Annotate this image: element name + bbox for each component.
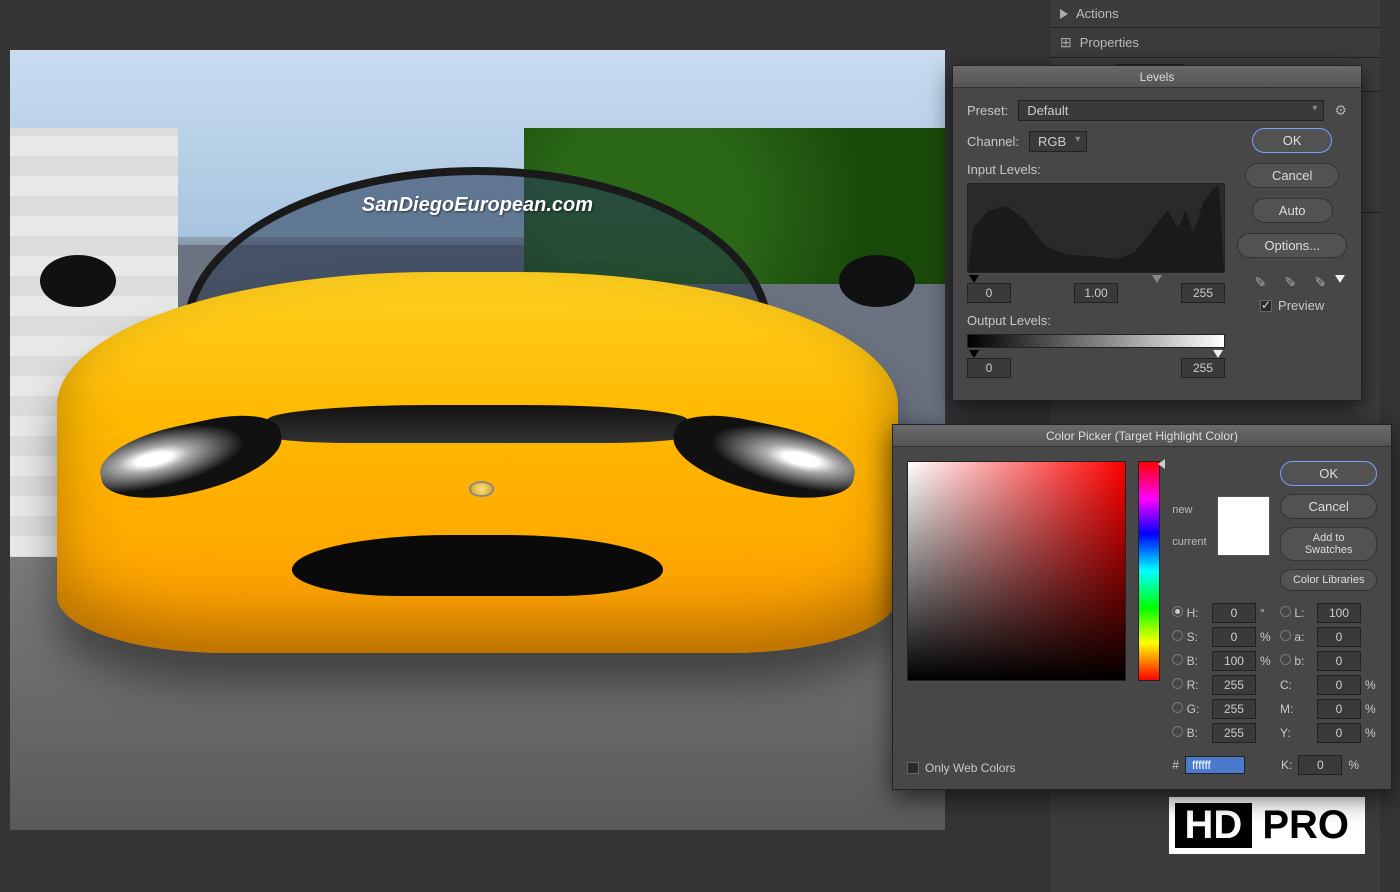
b-input[interactable]: 100 (1212, 651, 1256, 671)
a-input[interactable]: 0 (1317, 627, 1361, 647)
input-highlight[interactable]: 255 (1181, 283, 1225, 303)
preset-label: Preset: (967, 103, 1008, 118)
h-input[interactable]: 0 (1212, 603, 1256, 623)
options-button[interactable]: Options... (1237, 233, 1347, 258)
input-mid[interactable]: 1.00 (1074, 283, 1118, 303)
document-image: SanDiegoEuropean.com (10, 50, 945, 830)
a-radio[interactable] (1280, 630, 1291, 641)
hex-label: # (1172, 758, 1179, 772)
hue-slider[interactable] (1138, 461, 1160, 681)
preset-gear-icon[interactable]: ⚙ (1334, 102, 1347, 119)
g-radio[interactable] (1172, 702, 1183, 713)
preview-checkbox[interactable] (1260, 300, 1272, 312)
ok-button[interactable]: OK (1280, 461, 1377, 486)
bb-radio[interactable] (1172, 726, 1183, 737)
levels-dialog: Levels Preset: Default ⚙ Channel: RGB In… (952, 65, 1362, 401)
webcolors-label: Only Web Colors (925, 761, 1015, 775)
output-black[interactable]: 0 (967, 358, 1011, 378)
new-label: new (1172, 504, 1206, 516)
bb-input[interactable]: 255 (1212, 723, 1256, 743)
preview-label: Preview (1278, 298, 1324, 313)
h-radio[interactable] (1172, 606, 1183, 617)
b2-input[interactable]: 0 (1317, 651, 1361, 671)
webcolors-checkbox[interactable] (907, 762, 919, 774)
actions-label: Actions (1076, 6, 1119, 21)
s-input[interactable]: 0 (1212, 627, 1256, 647)
b-radio[interactable] (1172, 654, 1183, 665)
r-input[interactable]: 255 (1212, 675, 1256, 695)
y-input[interactable]: 0 (1317, 723, 1361, 743)
output-levels-label: Output Levels: (967, 313, 1347, 328)
color-swatch (1217, 496, 1271, 556)
output-gradient[interactable] (967, 334, 1225, 348)
current-label: current (1172, 536, 1206, 548)
eyedropper-black-icon[interactable] (1254, 272, 1270, 288)
channel-dropdown[interactable]: RGB (1029, 131, 1087, 152)
c-input[interactable]: 0 (1317, 675, 1361, 695)
windshield-text: SanDiegoEuropean.com (191, 194, 764, 217)
properties-icon: ⊞ (1060, 34, 1072, 51)
b2-radio[interactable] (1280, 654, 1291, 665)
channel-label: Channel: (967, 134, 1019, 149)
levels-title[interactable]: Levels (953, 66, 1361, 88)
auto-button[interactable]: Auto (1252, 198, 1333, 223)
output-white[interactable]: 255 (1181, 358, 1225, 378)
preset-dropdown[interactable]: Default (1018, 100, 1324, 121)
cancel-button[interactable]: Cancel (1245, 163, 1339, 188)
l-radio[interactable] (1280, 606, 1291, 617)
color-libraries-button[interactable]: Color Libraries (1280, 569, 1377, 591)
color-picker-dialog: Color Picker (Target Highlight Color) ne… (892, 424, 1392, 790)
actions-panel-header[interactable]: Actions (1050, 0, 1380, 28)
add-swatches-button[interactable]: Add to Swatches (1280, 527, 1377, 561)
g-input[interactable]: 255 (1212, 699, 1256, 719)
output-sliders[interactable] (967, 350, 1225, 358)
m-input[interactable]: 0 (1317, 699, 1361, 719)
ok-button[interactable]: OK (1252, 128, 1332, 153)
r-radio[interactable] (1172, 678, 1183, 689)
color-field[interactable] (907, 461, 1126, 681)
L-input[interactable]: 100 (1317, 603, 1361, 623)
properties-label: Properties (1080, 35, 1139, 50)
canvas-area[interactable]: SanDiegoEuropean.com (10, 50, 945, 830)
properties-panel-header[interactable]: ⊞ Properties (1050, 28, 1380, 58)
levels-histogram[interactable] (967, 183, 1225, 273)
s-radio[interactable] (1172, 630, 1183, 641)
hdpro-logo: HDPRO (1169, 797, 1365, 854)
play-icon (1060, 9, 1068, 19)
eyedropper-gray-icon[interactable] (1284, 272, 1300, 288)
eyedropper-white-icon[interactable] (1314, 272, 1330, 288)
cancel-button[interactable]: Cancel (1280, 494, 1377, 519)
hex-input[interactable]: ffffff (1185, 756, 1245, 774)
input-shadow[interactable]: 0 (967, 283, 1011, 303)
k-input[interactable]: 0 (1298, 755, 1342, 775)
color-picker-title[interactable]: Color Picker (Target Highlight Color) (893, 425, 1391, 447)
